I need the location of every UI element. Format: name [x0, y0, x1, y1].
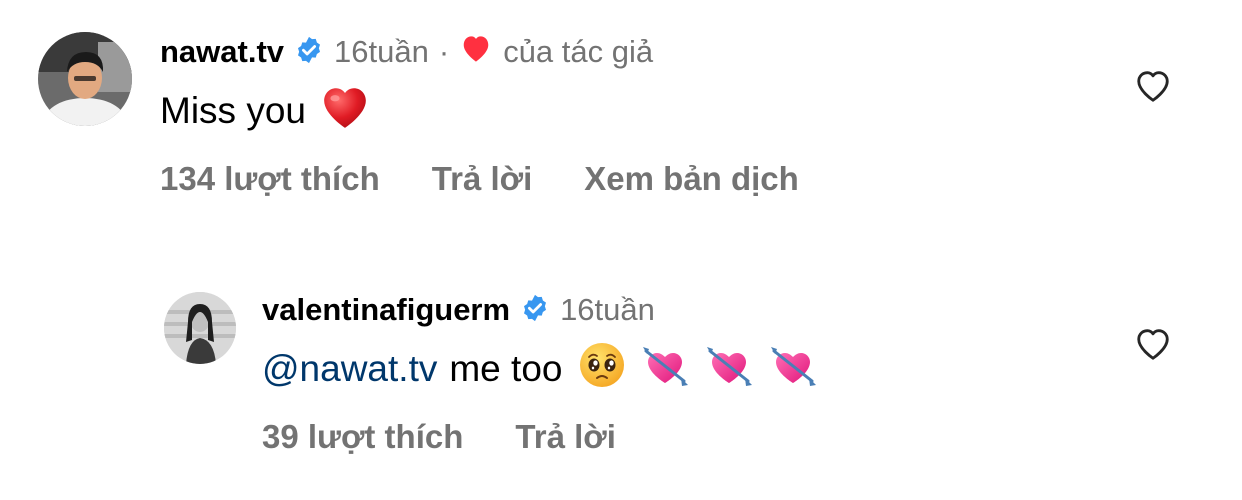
reply-button[interactable]: Trả lời: [515, 418, 616, 456]
red-heart-icon: [459, 33, 493, 71]
comment-header: valentinafiguerm 16tuần: [262, 288, 655, 332]
mention-link[interactable]: @nawat.tv: [262, 348, 437, 390]
comment-nawat: nawat.tv 16tuần · của tác giả Miss you 1…: [0, 0, 1242, 240]
verified-badge-icon: [520, 293, 550, 328]
comment-text: @nawat.tv me too: [262, 342, 818, 396]
pleading-face-emoji-icon: [578, 341, 626, 398]
timestamp: 16tuần: [560, 292, 655, 327]
comment-body: Miss you: [160, 90, 306, 131]
timestamp: 16tuần: [334, 34, 429, 69]
avatar-valentina[interactable]: [164, 292, 236, 364]
author-like-label: của tác giả: [503, 34, 654, 69]
comment-text: Miss you: [160, 84, 370, 138]
heart-outline-icon[interactable]: [1134, 68, 1172, 109]
heart-outline-icon[interactable]: [1134, 326, 1172, 367]
avatar-nawat[interactable]: [38, 32, 132, 126]
comment-valentina: valentinafiguerm 16tuần @nawat.tv me too: [0, 260, 1242, 500]
separator-dot: ·: [438, 34, 450, 69]
see-translation-button[interactable]: Xem bản dịch: [584, 160, 799, 198]
comment-header: nawat.tv 16tuần · của tác giả: [160, 30, 653, 74]
heart-with-arrow-icon: [704, 341, 754, 398]
heart-with-arrow-icon: [640, 341, 690, 398]
verified-badge-icon: [294, 35, 324, 70]
comment-body: me too: [449, 348, 563, 389]
red-heart-emoji-icon: [320, 83, 370, 140]
like-count[interactable]: 39 lượt thích: [262, 418, 463, 456]
reply-button[interactable]: Trả lời: [432, 160, 533, 198]
comment-actions: 39 lượt thích Trả lời: [262, 418, 668, 456]
comment-actions: 134 lượt thích Trả lời Xem bản dịch: [160, 160, 851, 198]
username[interactable]: valentinafiguerm: [262, 292, 510, 328]
liked-by-author: của tác giả: [459, 33, 653, 71]
heart-with-arrow-icon: [768, 341, 818, 398]
username[interactable]: nawat.tv: [160, 34, 284, 70]
like-count[interactable]: 134 lượt thích: [160, 160, 380, 198]
